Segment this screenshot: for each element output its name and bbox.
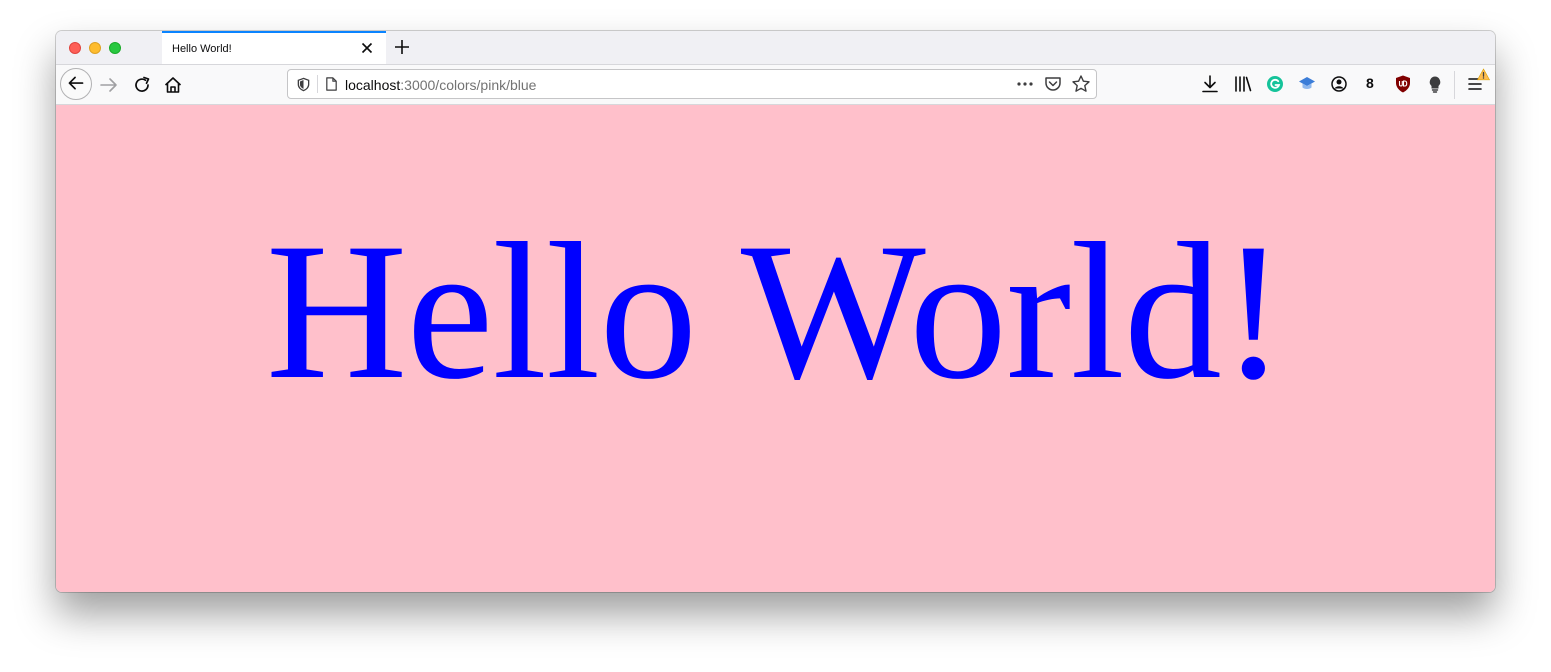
url-separator (317, 75, 318, 93)
grammarly-icon[interactable] (1265, 74, 1285, 94)
page-content: Hello World! (56, 105, 1495, 592)
tab-title: Hello World! (172, 43, 232, 55)
url-path: :3000/colors/pink/blue (400, 77, 537, 93)
ublock-icon[interactable] (1393, 74, 1413, 94)
extension-count-badge[interactable]: 8 (1366, 75, 1374, 91)
more-actions-icon[interactable] (1015, 74, 1035, 94)
window-close-button[interactable] (69, 42, 81, 54)
page-icon[interactable] (324, 76, 339, 92)
new-tab-plus-icon[interactable] (393, 38, 411, 56)
extension-cap-icon[interactable] (1297, 74, 1317, 94)
toolbar-separator (1454, 71, 1455, 99)
window-maximize-button[interactable] (109, 42, 121, 54)
url-host: localhost (345, 77, 401, 93)
close-icon[interactable] (359, 40, 375, 56)
tab-hello-world[interactable]: Hello World! (162, 31, 386, 65)
back-button[interactable] (60, 68, 92, 100)
home-icon[interactable] (162, 74, 184, 96)
window-minimize-button[interactable] (89, 42, 101, 54)
reload-icon[interactable] (131, 74, 153, 96)
url-bar[interactable]: localhost:3000/colors/pink/blue (287, 69, 1097, 99)
download-icon[interactable] (1200, 74, 1220, 94)
forward-arrow-icon[interactable] (98, 74, 120, 96)
back-arrow-icon (68, 76, 84, 90)
warning-icon (1477, 68, 1490, 81)
bookmark-star-icon[interactable] (1071, 74, 1091, 94)
tab-strip: Hello World! (56, 31, 1495, 65)
library-icon[interactable] (1233, 74, 1253, 94)
lightbulb-icon[interactable] (1425, 74, 1445, 94)
url-text[interactable]: localhost:3000/colors/pink/blue (345, 77, 536, 93)
account-icon[interactable] (1329, 74, 1349, 94)
shield-icon[interactable] (296, 77, 311, 92)
navigation-toolbar: localhost:3000/colors/pink/blue 8 (56, 64, 1495, 105)
pocket-icon[interactable] (1043, 74, 1063, 94)
page-heading: Hello World! (265, 203, 1286, 420)
browser-window: Hello World! localhost:3000/colors/pink/… (56, 31, 1495, 592)
